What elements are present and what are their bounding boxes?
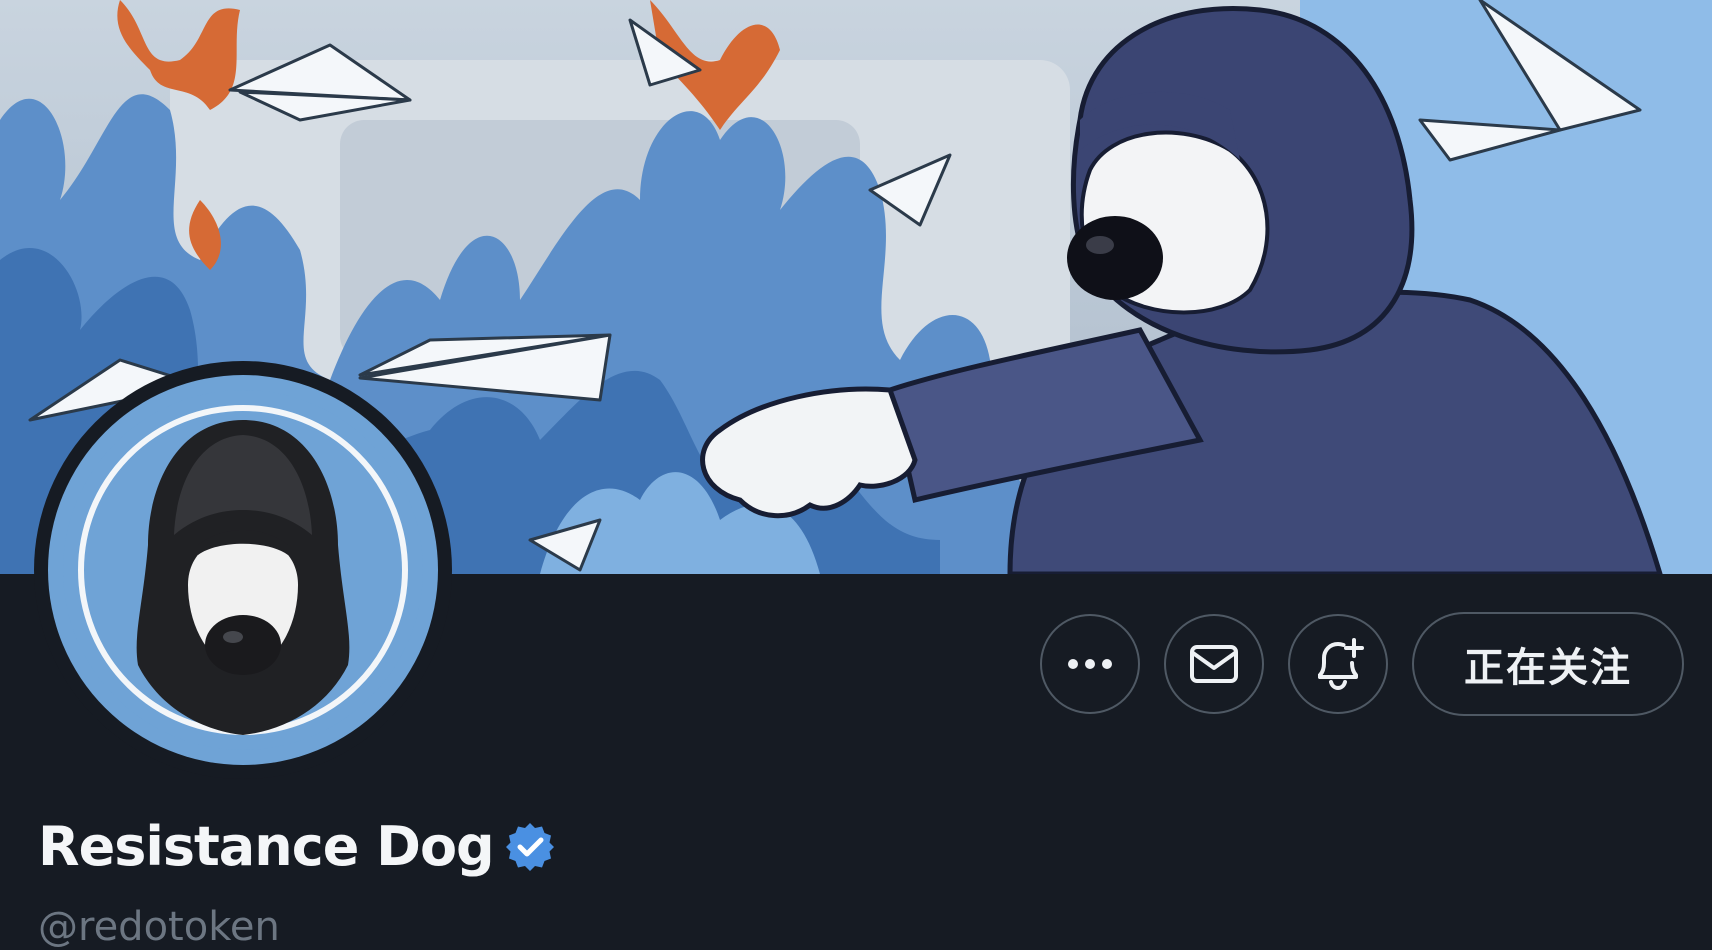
following-button[interactable]: 正在关注 [1412,612,1684,716]
more-button[interactable] [1040,614,1140,714]
avatar[interactable] [34,361,452,779]
profile-actions: 正在关注 [1040,612,1684,716]
notifications-button[interactable] [1288,614,1388,714]
user-handle: @redotoken [38,904,280,950]
display-name: Resistance Dog [38,815,495,878]
more-dots-icon [1068,659,1112,669]
message-button[interactable] [1164,614,1264,714]
mail-icon [1190,645,1238,683]
verified-badge-icon[interactable] [504,821,556,873]
profile-name-row: Resistance Dog [38,820,556,874]
profile-page: 正在关注 Resistance Dog @redotoken [0,0,1712,950]
hooded-dog-avatar-icon [63,390,423,750]
bell-plus-icon [1318,638,1364,691]
avatar-image [48,375,438,765]
